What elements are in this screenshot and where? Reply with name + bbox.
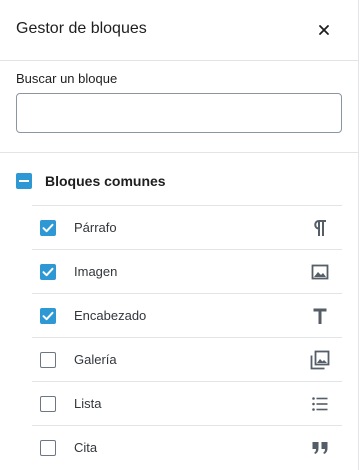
panel-title: Gestor de bloques — [16, 20, 147, 37]
block-checkbox[interactable] — [40, 352, 56, 368]
block-checkbox[interactable] — [40, 440, 56, 456]
close-button[interactable] — [310, 16, 338, 44]
block-checkbox[interactable] — [40, 396, 56, 412]
category-checkbox[interactable] — [16, 173, 32, 189]
checkmark-icon — [42, 311, 54, 321]
category-label: Bloques comunes — [45, 173, 166, 189]
list-icon — [308, 392, 332, 416]
block-item-heading[interactable]: Encabezado — [32, 293, 342, 337]
divider — [0, 152, 358, 153]
block-checkbox[interactable] — [40, 308, 56, 324]
search-input[interactable] — [16, 93, 342, 133]
image-icon — [308, 260, 332, 284]
block-manager-panel: Gestor de bloques Buscar un bloque Bloqu… — [0, 0, 359, 470]
block-label: Lista — [74, 396, 102, 411]
panel-header: Gestor de bloques — [0, 0, 358, 61]
block-label: Galería — [74, 352, 117, 367]
search-label: Buscar un bloque — [16, 71, 118, 86]
block-checkbox[interactable] — [40, 220, 56, 236]
block-label: Imagen — [74, 264, 118, 279]
block-label: Cita — [74, 440, 98, 455]
checkmark-icon — [42, 267, 54, 277]
category-toggle-common[interactable]: Bloques comunes — [16, 169, 166, 193]
block-item-gallery[interactable]: Galería — [32, 337, 342, 381]
block-label: Párrafo — [74, 220, 117, 235]
block-label: Encabezado — [74, 308, 147, 323]
heading-icon — [308, 304, 332, 328]
close-icon — [319, 25, 329, 35]
block-checkbox[interactable] — [40, 264, 56, 280]
block-item-paragraph[interactable]: Párrafo — [32, 205, 342, 249]
paragraph-icon — [308, 216, 332, 240]
block-item-list[interactable]: Lista — [32, 381, 342, 425]
checkmark-icon — [42, 223, 54, 233]
quote-icon — [308, 436, 332, 460]
gallery-icon — [308, 348, 332, 372]
block-item-image[interactable]: Imagen — [32, 249, 342, 293]
block-item-quote[interactable]: Cita — [32, 425, 342, 469]
